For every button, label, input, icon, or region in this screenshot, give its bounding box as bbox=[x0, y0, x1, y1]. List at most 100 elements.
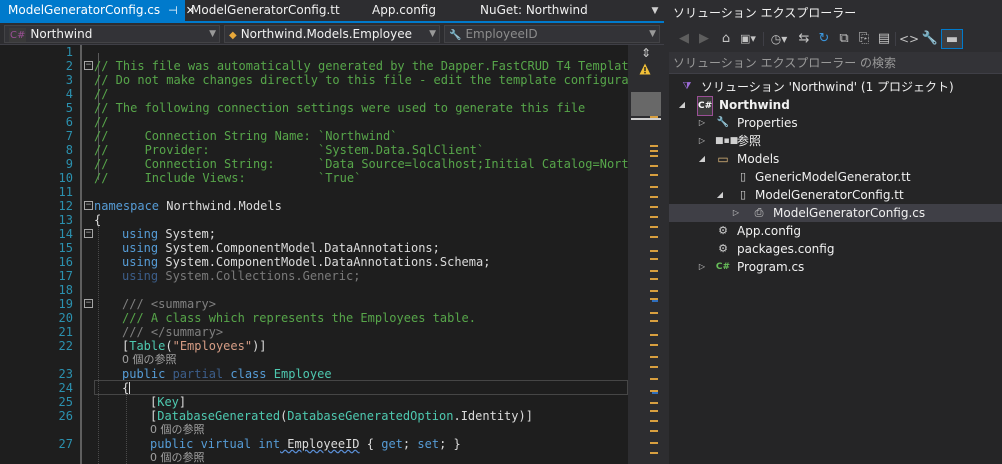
scrollbar-thumb[interactable] bbox=[631, 92, 661, 116]
overview-mark bbox=[650, 402, 658, 404]
folder-open-icon: ▭ bbox=[717, 152, 729, 166]
overview-mark bbox=[650, 320, 658, 322]
tree-item-program-cs[interactable]: ▷ C# Program.cs bbox=[669, 258, 1002, 276]
tab-label: ModelGeneratorConfig.cs bbox=[8, 3, 161, 17]
code-line: 21/// </summary> bbox=[58, 325, 224, 339]
collapse-all-icon[interactable]: ⧉ bbox=[835, 29, 853, 49]
solution-explorer-panel: ソリューション エクスプローラー ◀ ▶ ⌂ ▣▾ ◷▾ ⇆ ↻ ⧉ ⎘ ▤ <… bbox=[669, 0, 1002, 464]
code-line: 12− namespace Northwind.Models bbox=[58, 199, 282, 213]
expand-toggle-icon[interactable]: ▷ bbox=[697, 258, 707, 276]
config-file-icon: ⚙ bbox=[718, 224, 728, 237]
overview-mark bbox=[650, 116, 658, 118]
tree-item-modelgeneratorconfig-tt[interactable]: ◢ ▯ ModelGeneratorConfig.tt bbox=[669, 186, 1002, 204]
overview-mark bbox=[650, 344, 658, 346]
forward-icon[interactable]: ▶ bbox=[695, 29, 713, 49]
solution-search-input[interactable]: ソリューション エクスプローラー の検索 bbox=[669, 52, 1002, 74]
overview-mark bbox=[650, 430, 658, 432]
tab-modelgeneratorconfig-tt[interactable]: ModelGeneratorConfig.tt bbox=[183, 0, 348, 21]
overview-mark bbox=[650, 356, 658, 358]
code-lens-references[interactable]: 0 個の参照 bbox=[0, 423, 628, 437]
member-dropdown[interactable]: 🔧 EmployeeID ▼ bbox=[444, 25, 660, 43]
text-caret bbox=[129, 382, 131, 394]
cs-file-icon: ⎙ bbox=[754, 206, 764, 219]
back-icon[interactable]: ◀ bbox=[675, 29, 693, 49]
code-line: 16 using System.ComponentModel.DataAnnota… bbox=[58, 255, 491, 269]
code-line: 5// The following connection settings we… bbox=[65, 101, 586, 115]
csharp-project-icon: C# bbox=[697, 96, 713, 116]
show-all-files-icon[interactable]: ⎘ bbox=[855, 29, 873, 49]
overview-mark bbox=[650, 174, 658, 176]
solution-explorer-toolbar: ◀ ▶ ⌂ ▣▾ ◷▾ ⇆ ↻ ⧉ ⎘ ▤ <> 🔧 ▬ bbox=[669, 26, 1002, 52]
vs-switch-icon[interactable]: ▣▾ bbox=[737, 29, 759, 49]
overview-mark bbox=[650, 258, 658, 260]
tree-item-packages-config[interactable]: ⚙ packages.config bbox=[669, 240, 1002, 258]
code-line: 7// Connection String Name: `Northwind` bbox=[65, 129, 398, 143]
fold-toggle-icon[interactable]: − bbox=[84, 61, 93, 70]
tree-item-app-config[interactable]: ⚙ App.config bbox=[669, 222, 1002, 240]
overview-mark bbox=[652, 300, 658, 302]
tree-item-modelgeneratorconfig-cs[interactable]: ▷ ⎙ ModelGeneratorConfig.cs bbox=[669, 204, 1002, 222]
code-text-area[interactable]: 1 2−// This file was automatically gener… bbox=[0, 45, 628, 464]
expand-toggle-icon[interactable]: ◢ bbox=[697, 150, 707, 168]
preview-icon[interactable]: <> bbox=[899, 29, 919, 49]
code-line: 27 public virtual int EmployeeID { get; s… bbox=[58, 437, 461, 451]
wrench-icon[interactable]: 🔧 bbox=[921, 29, 939, 49]
expand-toggle-icon[interactable]: ▷ bbox=[731, 204, 741, 222]
expand-toggle-icon[interactable]: ▷ bbox=[697, 132, 707, 150]
chevron-down-icon: ▼ bbox=[209, 29, 216, 39]
code-line: 25 [Key] bbox=[58, 395, 187, 409]
overview-mark bbox=[650, 452, 658, 454]
expand-toggle-icon[interactable]: ◢ bbox=[677, 96, 687, 114]
tab-modelgeneratorconfig-cs[interactable]: ModelGeneratorConfig.cs ⊣ ✕ bbox=[0, 0, 195, 21]
tab-label: App.config bbox=[372, 3, 436, 17]
code-line: 14− using System; bbox=[58, 227, 216, 241]
tree-item-references[interactable]: ▷ ■▪■ 参照 bbox=[669, 132, 1002, 150]
tab-overflow-dropdown-icon[interactable]: ▼ bbox=[648, 3, 662, 19]
tree-item-project[interactable]: ◢ C# Northwind bbox=[669, 96, 1002, 116]
toolbar-separator bbox=[763, 32, 764, 46]
property-icon: 🔧 bbox=[449, 30, 462, 41]
tab-app-config[interactable]: App.config bbox=[364, 0, 444, 21]
csharp-project-icon: C# bbox=[9, 28, 27, 42]
home-icon[interactable]: ⌂ bbox=[717, 29, 735, 49]
code-line: 3// Do not make changes directly to this… bbox=[65, 73, 628, 87]
type-dropdown[interactable]: ◆ Northwind.Models.Employee ▼ bbox=[224, 25, 440, 43]
sync-icon[interactable]: ⇆ bbox=[795, 29, 813, 49]
pin-icon[interactable]: ▬ bbox=[941, 29, 963, 49]
code-line: 26 [DatabaseGenerated(DatabaseGeneratedOp… bbox=[58, 409, 533, 423]
tree-item-models-folder[interactable]: ◢ ▭ Models bbox=[669, 150, 1002, 168]
overview-mark bbox=[650, 196, 658, 198]
pin-icon[interactable]: ⊣ bbox=[168, 4, 178, 17]
project-dropdown[interactable]: C# Northwind ▼ bbox=[4, 25, 220, 43]
document-tab-bar: ModelGeneratorConfig.cs ⊣ ✕ ModelGenerator… bbox=[0, 0, 664, 23]
split-window-icon[interactable]: ⇕ bbox=[641, 46, 651, 60]
expand-toggle-icon[interactable]: ◢ bbox=[715, 186, 725, 204]
tab-label: ModelGeneratorConfig.tt bbox=[191, 3, 340, 17]
overview-mark bbox=[652, 392, 658, 394]
code-line: 11 bbox=[58, 185, 73, 199]
config-file-icon: ⚙ bbox=[718, 242, 728, 255]
fold-toggle-icon[interactable]: − bbox=[84, 299, 93, 308]
code-line: 8// Provider: `System.Data.SqlClient` bbox=[65, 143, 485, 157]
code-lens-references[interactable]: 0 個の参照 bbox=[0, 451, 628, 464]
tree-item-genericmodelgenerator-tt[interactable]: ▯ GenericModelGenerator.tt bbox=[669, 168, 1002, 186]
tab-nuget-northwind[interactable]: NuGet: Northwind bbox=[472, 0, 596, 21]
overview-mark bbox=[650, 186, 658, 188]
code-editor[interactable]: ModelGeneratorConfig.cs ⊣ ✕ ModelGenerator… bbox=[0, 0, 664, 464]
fold-toggle-icon[interactable]: − bbox=[84, 229, 93, 238]
overview-mark bbox=[650, 378, 658, 380]
refresh-icon[interactable]: ↻ bbox=[815, 29, 833, 49]
warning-icon[interactable] bbox=[639, 63, 651, 75]
tree-item-properties[interactable]: ▷ 🔧 Properties bbox=[669, 114, 1002, 132]
overview-mark bbox=[650, 206, 658, 208]
properties-icon[interactable]: ▤ bbox=[875, 29, 893, 49]
history-icon[interactable]: ◷▾ bbox=[767, 29, 791, 49]
overview-mark bbox=[650, 270, 658, 272]
text-file-icon: ▯ bbox=[739, 188, 747, 201]
wrench-icon: 🔧 bbox=[716, 117, 730, 128]
tree-item-solution[interactable]: ⧩ ソリューション 'Northwind' (1 プロジェクト) bbox=[669, 78, 1002, 96]
fold-toggle-icon[interactable]: − bbox=[84, 201, 93, 210]
code-line: 22 [Table("Employees")] bbox=[58, 339, 267, 353]
expand-toggle-icon[interactable]: ▷ bbox=[697, 114, 707, 132]
code-lens-references[interactable]: 0 個の参照 bbox=[0, 353, 628, 367]
